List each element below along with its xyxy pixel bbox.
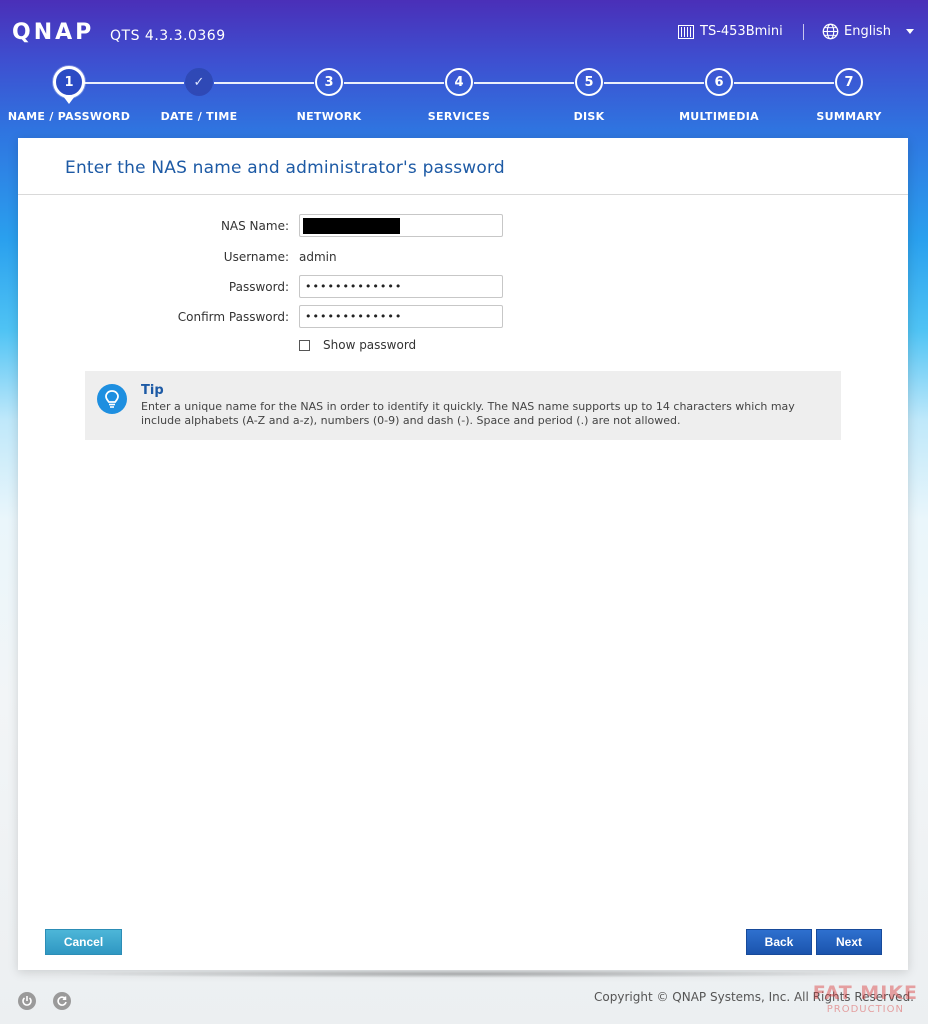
step-number: 7 [835, 68, 863, 96]
qnap-logo: QNAP [12, 20, 95, 45]
device-model-label: TS-453Bmini [700, 24, 783, 39]
redacted-nas-name [303, 218, 400, 234]
watermark-line1: FAT MIKE [812, 982, 918, 1004]
step-label: NETWORK [296, 110, 362, 123]
device-model: TS-453Bmini [678, 24, 783, 39]
step-number: 4 [445, 68, 473, 96]
step-label: DATE / TIME [160, 110, 238, 123]
globe-icon [822, 23, 839, 40]
confirm-password-label: Confirm Password: [177, 310, 289, 324]
step-label: DISK [573, 110, 605, 123]
firmware-version: QTS 4.3.3.0369 [110, 28, 226, 44]
back-button[interactable]: Back [746, 929, 812, 955]
power-icon[interactable] [18, 992, 36, 1010]
username-value: admin [299, 250, 337, 264]
watermark: FAT MIKE PRODUCTION [813, 982, 918, 1015]
username-label: Username: [223, 250, 289, 264]
checkmark-icon: ✓ [185, 68, 213, 96]
step-summary[interactable]: 7 SUMMARY [784, 66, 914, 123]
tip-box: Tip Enter a unique name for the NAS in o… [85, 371, 841, 440]
tip-text: Enter a unique name for the NAS in order… [141, 400, 795, 427]
language-selector[interactable]: English [822, 23, 914, 40]
active-step-pointer [63, 96, 75, 104]
step-number: 1 [53, 66, 85, 98]
step-multimedia[interactable]: 6 MULTIMEDIA [654, 66, 784, 123]
step-label: MULTIMEDIA [679, 110, 759, 123]
chevron-down-icon [905, 29, 914, 34]
next-button[interactable]: Next [816, 929, 882, 955]
step-number: 6 [705, 68, 733, 96]
wizard-panel: Enter the NAS name and administrator's p… [18, 138, 908, 970]
page-title: Enter the NAS name and administrator's p… [65, 158, 505, 178]
step-disk[interactable]: 5 DISK [524, 66, 654, 123]
step-label: NAME / PASSWORD [7, 110, 131, 123]
wizard-steps: 1 NAME / PASSWORD ✓ DATE / TIME 3 NETWOR… [0, 66, 928, 130]
step-number: 5 [575, 68, 603, 96]
nas-device-icon [678, 24, 694, 39]
tip-title: Tip [141, 383, 164, 398]
header-divider [803, 24, 804, 40]
title-divider [18, 194, 908, 195]
step-label: SUMMARY [816, 110, 882, 123]
restart-icon[interactable] [53, 992, 71, 1010]
step-name-password[interactable]: 1 NAME / PASSWORD [4, 66, 134, 123]
language-label: English [844, 24, 891, 39]
step-services[interactable]: 4 SERVICES [394, 66, 524, 123]
panel-shadow [56, 970, 872, 978]
step-number: 3 [315, 68, 343, 96]
show-password-checkbox[interactable] [299, 340, 310, 351]
password-field[interactable]: ••••••••••••• [299, 275, 503, 298]
watermark-line2: PRODUCTION [826, 1004, 904, 1015]
step-date-time[interactable]: ✓ DATE / TIME [134, 66, 264, 123]
lightbulb-icon [97, 384, 127, 414]
step-label: SERVICES [427, 110, 491, 123]
nas-name-label: NAS Name: [220, 219, 289, 233]
step-network[interactable]: 3 NETWORK [264, 66, 394, 123]
password-label: Password: [228, 280, 289, 294]
cancel-button[interactable]: Cancel [45, 929, 122, 955]
show-password-label[interactable]: Show password [323, 338, 416, 352]
confirm-password-field[interactable]: ••••••••••••• [299, 305, 503, 328]
